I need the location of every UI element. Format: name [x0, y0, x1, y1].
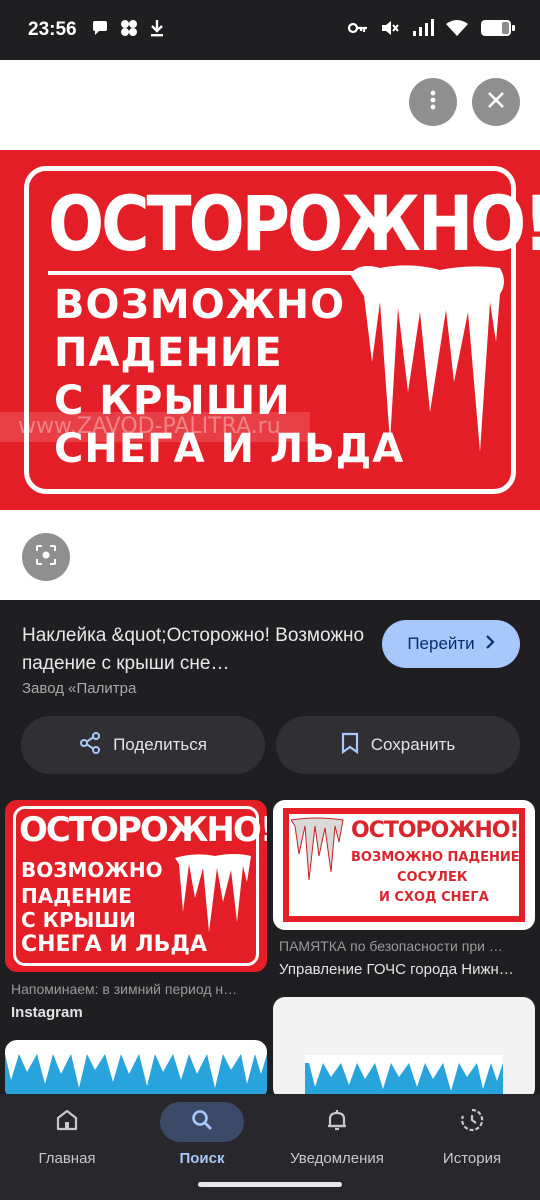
- goto-button[interactable]: Перейти: [382, 620, 520, 668]
- lens-button[interactable]: [22, 533, 70, 581]
- signal-icon: [412, 18, 434, 42]
- close-icon: [487, 91, 505, 114]
- card2-title: ОСТОРОЖНО!: [351, 818, 519, 843]
- search-icon: [190, 1108, 214, 1137]
- status-bar: 23:56: [0, 0, 540, 60]
- card2-source: Управление ГОЧС города Нижн…: [279, 961, 514, 978]
- bookmark-icon: [341, 732, 359, 759]
- card1-text-2: ПАДЕНИЕ: [21, 884, 132, 908]
- grid-card-2[interactable]: ОСТОРОЖНО! ВОЗМОЖНО ПАДЕНИЕ СОСУЛЕК И СХ…: [273, 800, 535, 930]
- nav-label-notifications: Уведомления: [290, 1150, 384, 1167]
- card1-text-1: ВОЗМОЖНО: [21, 858, 163, 882]
- grid-card-1[interactable]: ОСТОРОЖНО! ВОЗМОЖНО ПАДЕНИЕ С КРЫШИ СНЕГ…: [5, 800, 267, 972]
- battery-icon: [480, 19, 516, 42]
- clover-icon: [119, 19, 139, 42]
- more-vert-icon: [430, 90, 436, 115]
- grid-card-4[interactable]: [273, 997, 535, 1100]
- grid-card-3[interactable]: [5, 1040, 267, 1100]
- nav-item-notifications[interactable]: Уведомления: [277, 1102, 397, 1167]
- sign-title: ОСТОРОЖНО!: [48, 180, 540, 269]
- key-icon: [347, 21, 368, 40]
- card2-text-1: ВОЗМОЖНО ПАДЕНИЕ: [351, 850, 520, 865]
- chevron-right-icon: [485, 634, 495, 654]
- sign-line-3: С КРЫШИ: [54, 378, 291, 424]
- chat-bubble-icon: [91, 19, 109, 42]
- sign-divider: [48, 271, 358, 275]
- share-button[interactable]: Поделиться: [21, 716, 265, 774]
- home-indicator[interactable]: [198, 1182, 342, 1187]
- lens-icon: [35, 544, 57, 571]
- goto-label: Перейти: [407, 634, 475, 653]
- icicles-icon: [175, 854, 251, 932]
- nav-item-home[interactable]: Главная: [7, 1102, 127, 1167]
- nav-item-history[interactable]: История: [412, 1102, 532, 1167]
- download-icon: [149, 19, 165, 42]
- more-options-button[interactable]: [409, 78, 457, 126]
- card2-caption: ПАМЯТКА по безопасности при …: [279, 938, 503, 954]
- share-label: Поделиться: [113, 735, 207, 754]
- save-button[interactable]: Сохранить: [276, 716, 520, 774]
- main-image[interactable]: ОСТОРОЖНО! ВОЗМОЖНО ПАДЕНИЕ www.ZAVOD-PA…: [0, 150, 540, 510]
- status-time: 23:56: [28, 19, 77, 40]
- card2-text-2: СОСУЛЕК: [397, 870, 468, 885]
- card1-text-3: С КРЫШИ: [21, 908, 136, 932]
- history-icon: [459, 1107, 485, 1138]
- result-source: Завод «Палитра: [22, 680, 137, 697]
- image-viewer[interactable]: ОСТОРОЖНО! ВОЗМОЖНО ПАДЕНИЕ www.ZAVOD-PA…: [0, 60, 540, 600]
- home-icon: [55, 1108, 79, 1137]
- icicles-icon: [350, 265, 504, 452]
- card1-source: Instagram: [11, 1004, 83, 1021]
- sign-line-2: ПАДЕНИЕ: [54, 330, 283, 376]
- result-title[interactable]: Наклейка &quot;Осторожно! Возможно паден…: [22, 622, 372, 678]
- icicles-icon: [305, 1055, 503, 1091]
- card2-text-3: И СХОД СНЕГА: [379, 890, 489, 905]
- save-label: Сохранить: [370, 735, 456, 754]
- wifi-icon: [446, 19, 468, 42]
- close-button[interactable]: [472, 78, 520, 126]
- icicles-icon: [5, 1044, 267, 1088]
- nav-item-search[interactable]: Поиск: [142, 1102, 262, 1167]
- share-icon: [79, 731, 101, 759]
- nav-label-history: История: [442, 1150, 502, 1167]
- card1-caption: Напоминаем: в зимний период н…: [11, 981, 238, 997]
- icicles-icon: [291, 817, 344, 881]
- mute-icon: [380, 19, 400, 42]
- nav-label-search: Поиск: [179, 1150, 225, 1167]
- nav-label-home: Главная: [38, 1150, 96, 1167]
- sign-line-1: ВОЗМОЖНО: [54, 282, 346, 328]
- card1-title: ОСТОРОЖНО!: [19, 810, 267, 850]
- bell-icon: [325, 1108, 349, 1137]
